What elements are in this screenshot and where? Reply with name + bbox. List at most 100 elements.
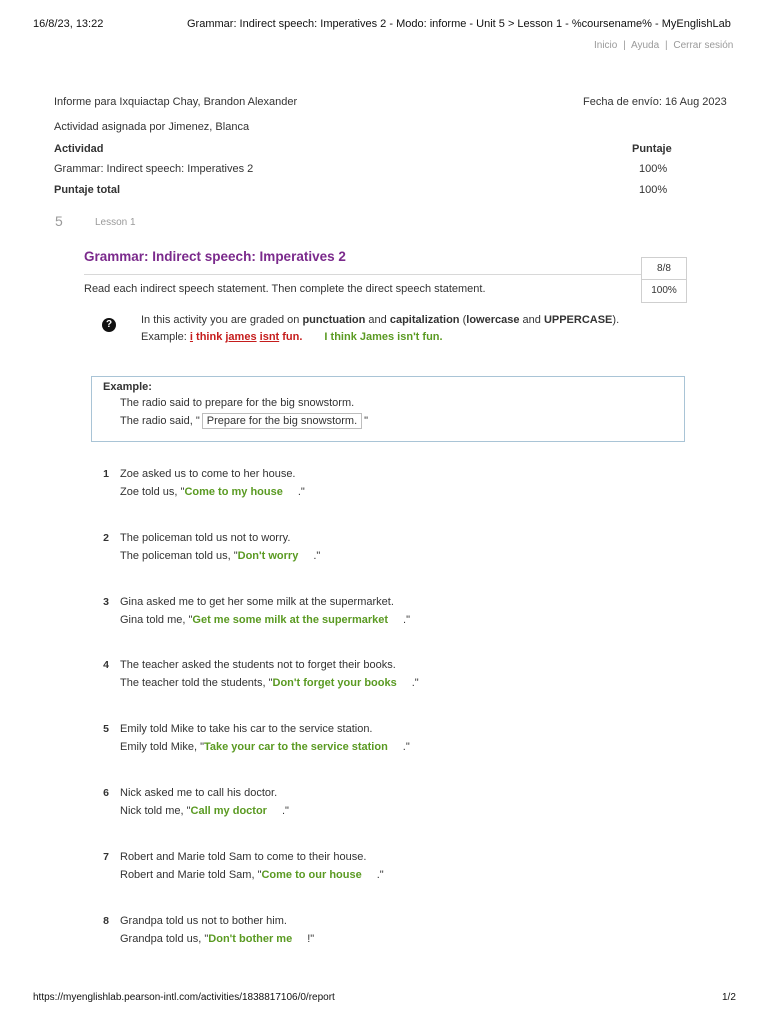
- top-links: Inicio | Ayuda | Cerrar sesión: [594, 40, 733, 51]
- activity-title: Grammar: Indirect speech: Imperatives 2: [84, 249, 346, 264]
- grading-example: Example: i think james isnt fun. I think …: [141, 331, 443, 343]
- question-number: 1: [103, 468, 109, 480]
- question-direct: Gina told me, "Get me some milk at the s…: [120, 614, 410, 626]
- example-direct-prefix: The radio said, ": [120, 415, 200, 427]
- note-lowercase: lowercase: [466, 314, 520, 326]
- note-punctuation: punctuation: [302, 314, 366, 326]
- direct-suffix: .": [297, 486, 305, 498]
- example-direct: The radio said, " Prepare for the big sno…: [120, 413, 368, 429]
- print-footer-url: https://myenglishlab.pearson-intl.com/ac…: [33, 992, 335, 1003]
- home-link[interactable]: Inicio: [594, 40, 617, 51]
- direct-prefix: Robert and Marie told Sam, ": [120, 869, 262, 881]
- wrong-example: i think james isnt fun.: [190, 331, 303, 343]
- question-indirect: Grandpa told us not to bother him.: [120, 915, 287, 927]
- column-header-score: Puntaje: [632, 143, 672, 155]
- question-direct: The teacher told the students, "Don't fo…: [120, 677, 419, 689]
- direct-prefix: Zoe told us, ": [120, 486, 185, 498]
- example-box: [91, 376, 685, 442]
- answer-field[interactable]: Call my doctor: [191, 805, 267, 817]
- question-number: 8: [103, 915, 109, 927]
- print-page-title: Grammar: Indirect speech: Imperatives 2 …: [187, 18, 731, 30]
- report-for-label: Informe para Ixquiactap Chay, Brandon Al…: [54, 96, 298, 108]
- direct-prefix: Grandpa told us, ": [120, 933, 209, 945]
- link-separator: |: [664, 40, 668, 51]
- direct-suffix: .": [376, 869, 384, 881]
- example-label: Example:: [103, 381, 152, 393]
- answer-field[interactable]: Don't forget your books: [273, 677, 397, 689]
- direct-suffix: !": [307, 933, 315, 945]
- report-assigned-by: Actividad asignada por Jimenez, Blanca: [54, 121, 250, 133]
- note-text: In this activity you are graded on: [141, 314, 303, 326]
- score-box: 8/8 100%: [641, 257, 687, 303]
- question-direct: Emily told Mike, "Take your car to the s…: [120, 741, 410, 753]
- note-text: and: [365, 314, 390, 326]
- instructions: Read each indirect speech statement. The…: [84, 283, 486, 295]
- example-direct-suffix: ": [364, 415, 369, 427]
- wrong-token: isnt: [259, 331, 280, 343]
- score-percent: 100%: [651, 285, 677, 296]
- unit-number: 5: [55, 213, 63, 229]
- note-text: ).: [612, 314, 620, 326]
- report-sent-date: Fecha de envío: 16 Aug 2023: [583, 96, 727, 108]
- answer-field[interactable]: Take your car to the service station: [204, 741, 388, 753]
- lesson-label: Lesson 1: [95, 217, 136, 228]
- question-direct: The policeman told us, "Don't worry .": [120, 550, 320, 562]
- question-number: 6: [103, 787, 109, 799]
- question-number: 5: [103, 723, 109, 735]
- question-indirect: Robert and Marie told Sam to come to the…: [120, 851, 367, 863]
- direct-suffix: .": [411, 677, 419, 689]
- direct-suffix: .": [402, 741, 410, 753]
- answer-field[interactable]: Don't worry: [238, 550, 299, 562]
- question-indirect: The policeman told us not to worry.: [120, 532, 291, 544]
- question-indirect: The teacher asked the students not to fo…: [120, 659, 396, 671]
- example-answer-field: Prepare for the big snowstorm.: [201, 413, 363, 429]
- question-indirect: Zoe asked us to come to her house.: [120, 468, 296, 480]
- answer-field[interactable]: Get me some milk at the supermarket: [192, 614, 388, 626]
- help-link[interactable]: Ayuda: [631, 40, 659, 51]
- example-prefix: Example:: [141, 331, 190, 343]
- wrong-token: fun.: [279, 331, 303, 343]
- direct-suffix: .": [403, 614, 410, 626]
- question-direct: Nick told me, "Call my doctor .": [120, 805, 289, 817]
- question-number: 7: [103, 851, 109, 863]
- question-direct: Zoe told us, "Come to my house .": [120, 486, 305, 498]
- question-number: 3: [103, 596, 109, 608]
- activity-row-score: 100%: [639, 163, 668, 175]
- question-number: 2: [103, 532, 109, 544]
- activity-row-name: Grammar: Indirect speech: Imperatives 2: [54, 163, 254, 175]
- example-indirect: The radio said to prepare for the big sn…: [120, 397, 355, 409]
- question-indirect: Gina asked me to get her some milk at th…: [120, 596, 394, 608]
- print-page-number: 1/2: [722, 992, 736, 1003]
- help-icon: ?: [102, 318, 116, 332]
- link-separator: |: [623, 40, 626, 51]
- direct-suffix: .": [281, 805, 289, 817]
- total-score-label: Puntaje total: [54, 184, 121, 196]
- question-number: 4: [103, 659, 109, 671]
- answer-field[interactable]: Come to our house: [261, 869, 361, 881]
- wrong-token: think: [192, 331, 226, 343]
- direct-prefix: Nick told me, ": [120, 805, 191, 817]
- right-example: I think James isn't fun.: [324, 331, 443, 343]
- wrong-token: james: [225, 331, 257, 343]
- question-indirect: Nick asked me to call his doctor.: [120, 787, 278, 799]
- note-capitalization: capitalization: [389, 314, 460, 326]
- direct-suffix: .": [313, 550, 321, 562]
- score-fraction: 8/8: [642, 258, 686, 280]
- print-datetime: 16/8/23, 13:22: [33, 18, 104, 30]
- note-text: and: [519, 314, 544, 326]
- direct-prefix: The policeman told us, ": [120, 550, 238, 562]
- direct-prefix: Emily told Mike, ": [120, 741, 204, 753]
- question-direct: Robert and Marie told Sam, "Come to our …: [120, 869, 384, 881]
- question-direct: Grandpa told us, "Don't bother me !": [120, 933, 314, 945]
- note-uppercase: UPPERCASE: [543, 314, 613, 326]
- grading-note: In this activity you are graded on punct…: [141, 314, 619, 326]
- title-divider: [84, 274, 641, 275]
- total-score-value: 100%: [639, 184, 668, 196]
- column-header-activity: Actividad: [54, 143, 104, 155]
- direct-prefix: The teacher told the students, ": [120, 677, 273, 689]
- question-indirect: Emily told Mike to take his car to the s…: [120, 723, 373, 735]
- answer-field[interactable]: Come to my house: [184, 486, 282, 498]
- answer-field[interactable]: Don't bother me: [208, 933, 292, 945]
- direct-prefix: Gina told me, ": [120, 614, 193, 626]
- logout-link[interactable]: Cerrar sesión: [673, 40, 733, 51]
